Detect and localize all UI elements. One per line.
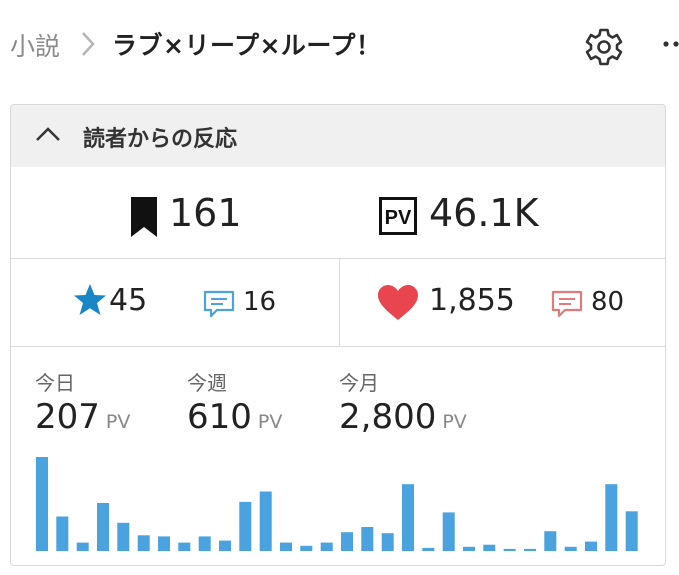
pv-bar (463, 546, 475, 551)
star-icon (74, 284, 106, 315)
chevron-right-icon (82, 32, 95, 56)
pv-bar (239, 501, 252, 551)
divider (339, 259, 340, 346)
chevron-up-icon (36, 127, 60, 141)
pv-bar (137, 535, 150, 551)
stat-unit: PV (257, 411, 283, 433)
pv-bar (402, 484, 414, 551)
pv-bar (524, 548, 536, 551)
stat-value: 207 (35, 397, 100, 437)
stat-unit: PV (442, 411, 467, 433)
totals-row: 161 PV 46.1K (11, 167, 665, 259)
stat-month: 今月 2,800 PV (339, 367, 467, 438)
heart-comment-count: 80 (591, 287, 625, 317)
reader-reaction-card: 読者からの反応 161 PV 46.1K 45 16 1,855 80 今日 2… (10, 104, 666, 566)
pv-bar (280, 542, 292, 551)
pv-bar (605, 484, 618, 551)
daily-pv-chart (36, 457, 638, 551)
stat-value: 610 (187, 397, 252, 437)
pv-bar (56, 516, 69, 551)
pv-bar (625, 511, 638, 551)
pv-bar (503, 548, 516, 551)
stat-week: 今週 610 PV (187, 367, 282, 438)
stat-label: 今月 (339, 371, 379, 395)
comment-icon (203, 290, 235, 318)
pv-bar (422, 547, 435, 551)
card-title: 読者からの反応 (83, 127, 238, 152)
heart-count: 1,855 (429, 283, 515, 318)
top-bar: 小説 ラブ×リープ×ループ！ (0, 0, 679, 92)
pv-bar (300, 545, 313, 551)
pv-bar (36, 457, 48, 551)
pv-bar (442, 512, 455, 551)
stat-value: 2,800 (339, 397, 437, 437)
stat-label: 今日 (35, 371, 75, 395)
pv-total: 46.1K (429, 191, 539, 235)
more-icon[interactable] (654, 29, 679, 59)
pv-badge: PV (385, 207, 412, 229)
pv-bar (259, 491, 272, 551)
breadcrumb-title[interactable]: ラブ×リープ×ループ！ (112, 26, 381, 62)
stat-unit: PV (105, 411, 131, 433)
pv-bar (483, 544, 496, 551)
reactions-row: 45 16 1,855 80 (11, 259, 665, 347)
breadcrumb-root[interactable]: 小説 (10, 27, 60, 63)
pv-bar (564, 546, 577, 551)
pv-bar (585, 541, 597, 551)
pv-bar (97, 503, 109, 551)
pv-bar (178, 542, 191, 551)
pv-bar (320, 542, 333, 551)
pv-bar (341, 532, 353, 551)
pv-icon: PV (379, 197, 417, 235)
pv-bar (117, 522, 130, 551)
star-comment-count: 16 (243, 287, 277, 317)
pv-bar (158, 536, 170, 551)
bookmark-count: 161 (169, 191, 242, 235)
pv-bar (219, 540, 231, 551)
stat-label: 今週 (187, 371, 227, 395)
gear-icon[interactable] (582, 25, 626, 69)
pv-bar (76, 542, 89, 551)
pv-bar (198, 536, 211, 551)
pv-bar (361, 527, 374, 551)
pv-bar (381, 533, 394, 551)
pv-bar (544, 531, 557, 551)
comment-icon (551, 290, 583, 318)
card-header[interactable]: 読者からの反応 (11, 105, 665, 167)
bookmark-icon (131, 197, 157, 237)
stat-today: 今日 207 PV (35, 367, 130, 438)
star-count: 45 (109, 283, 148, 318)
heart-icon (378, 285, 418, 320)
